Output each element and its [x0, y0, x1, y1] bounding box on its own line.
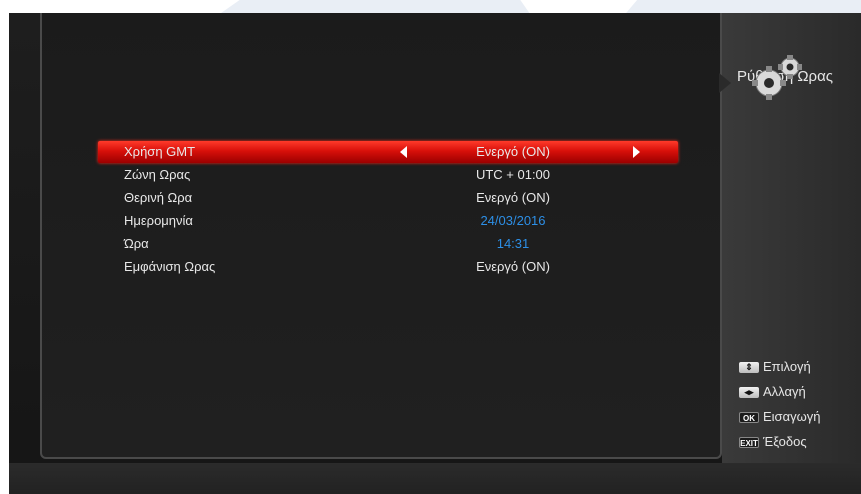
row-label: Χρήση GMT [124, 144, 196, 159]
menu-row-show-time[interactable]: Εμφάνιση Ωρας Ενεργό (ON) [98, 256, 678, 278]
menu-row-gmt[interactable]: Χρήση GMT Ενεργό (ON) [98, 141, 678, 163]
row-value: Ενεργό (ON) [476, 144, 550, 159]
row-value: 14:31 [496, 236, 530, 251]
row-value: Ενεργό (ON) [476, 259, 550, 274]
help-label: Επιλογή [763, 359, 811, 374]
row-label: Εμφάνιση Ωρας [124, 259, 216, 274]
row-value: Ενεργό (ON) [476, 190, 550, 205]
row-label: Ζώνη Ωρας [124, 167, 191, 182]
row-label: Ημερομηνία [124, 213, 193, 228]
tv-screen: Ρύθμιση Ωρας Χρήση GMT Ενεργό (ON) Ζώνη … [9, 13, 861, 494]
menu-row-date[interactable]: Ημερομηνία 24/03/2016 [98, 210, 678, 232]
row-label: Ώρα [124, 236, 149, 251]
help-label: Εισαγωγή [763, 409, 821, 424]
arrow-left-icon[interactable] [400, 146, 407, 158]
row-value: 24/03/2016 [480, 213, 546, 228]
leftright-key-icon: ◂▸ [739, 387, 759, 399]
bottom-strip [9, 463, 861, 494]
help-item-change: ◂▸ Αλλαγή [739, 384, 806, 399]
row-value: UTC + 01:00 [475, 167, 551, 182]
help-item-enter: OK Εισαγωγή [739, 409, 820, 424]
menu-row-time[interactable]: Ώρα 14:31 [98, 233, 678, 255]
exit-key-icon: EXIT [739, 437, 759, 449]
updown-key-icon: ⇕ [739, 362, 759, 374]
gears-icon [752, 55, 802, 100]
menu-row-summer-time[interactable]: Θερινή Ωρα Ενεργό (ON) [98, 187, 678, 209]
menu-row-timezone[interactable]: Ζώνη Ωρας UTC + 01:00 [98, 164, 678, 186]
help-label: Αλλαγή [763, 384, 806, 399]
help-item-select: ⇕ Επιλογή [739, 359, 811, 374]
row-label: Θερινή Ωρα [124, 190, 193, 205]
ok-key-icon: OK [739, 412, 759, 424]
help-item-exit: EXIT Έξοδος [739, 434, 807, 449]
arrow-right-icon[interactable] [633, 146, 640, 158]
help-label: Έξοδος [763, 434, 807, 449]
title-pointer [719, 73, 731, 93]
